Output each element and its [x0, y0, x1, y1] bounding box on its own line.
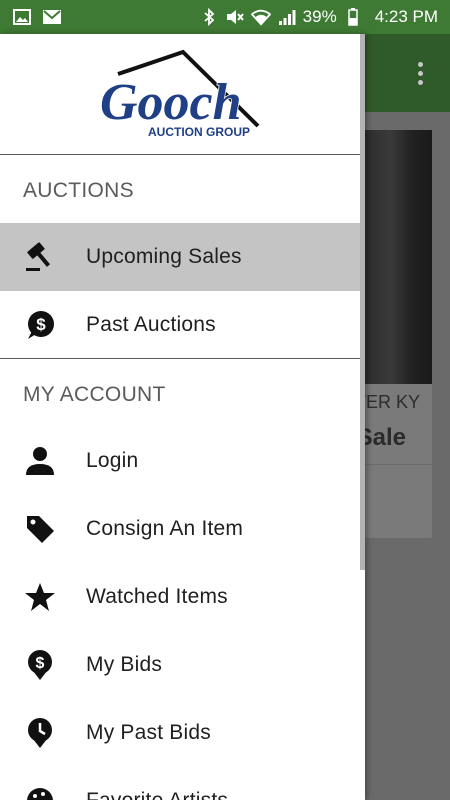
nav-watched-label: Watched Items — [86, 585, 228, 608]
clock: 4:23 PM — [374, 7, 438, 26]
person-icon — [22, 443, 58, 479]
nav-login[interactable]: Login — [0, 427, 360, 495]
battery-icon — [343, 8, 363, 26]
dollar-pin-icon: $ — [22, 647, 58, 683]
auction-card-image — [362, 130, 432, 384]
nav-login-label: Login — [86, 449, 139, 472]
wifi-icon — [250, 9, 271, 26]
nav-past-auctions-label: Past Auctions — [86, 313, 216, 336]
logo-brand: Gooch — [100, 74, 242, 131]
image-notification-icon — [12, 9, 32, 25]
nav-my-bids-label: My Bids — [86, 653, 163, 676]
clock-pin-icon — [22, 715, 58, 751]
status-bar: 39% 4:23 PM — [0, 0, 450, 34]
nav-favorite-artists-label: Favorite Artists — [86, 789, 228, 800]
bluetooth-icon — [199, 8, 219, 26]
gooch-logo: Gooch AUCTION GROUP — [0, 34, 360, 154]
gavel-icon — [22, 239, 58, 275]
section-auctions: AUCTIONS — [23, 179, 134, 202]
nav-consign-label: Consign An Item — [86, 517, 244, 540]
palette-icon — [22, 783, 58, 800]
navigation-drawer: Gooch AUCTION GROUP AUCTIONS Upcoming Sa… — [0, 34, 365, 800]
battery-percent: 39% — [302, 7, 337, 26]
drawer-divider — [0, 358, 360, 359]
nav-favorite-artists[interactable]: Favorite Artists — [0, 767, 360, 800]
svg-text:$: $ — [36, 655, 45, 672]
svg-text:$: $ — [36, 315, 46, 334]
drawer-divider — [0, 154, 360, 155]
dollar-bubble-icon: $ — [22, 307, 58, 343]
mute-icon — [225, 9, 245, 25]
nav-my-past-bids[interactable]: My Past Bids — [0, 699, 360, 767]
nav-past-auctions[interactable]: $ Past Auctions — [0, 291, 360, 359]
logo-sub: AUCTION GROUP — [148, 125, 250, 139]
nav-my-past-bids-label: My Past Bids — [86, 721, 211, 744]
nav-consign[interactable]: Consign An Item — [0, 495, 360, 563]
nav-watched[interactable]: Watched Items — [0, 563, 360, 631]
drawer-scrollbar[interactable] — [360, 34, 365, 570]
section-my-account: MY ACCOUNT — [23, 383, 166, 406]
nav-upcoming-sales[interactable]: Upcoming Sales — [0, 223, 360, 291]
nav-upcoming-sales-label: Upcoming Sales — [86, 245, 242, 268]
gmail-notification-icon — [42, 9, 62, 25]
overflow-menu-icon[interactable] — [418, 62, 424, 89]
signal-icon — [277, 9, 297, 25]
tag-icon — [22, 511, 58, 547]
star-icon — [22, 579, 58, 615]
nav-my-bids[interactable]: $ My Bids — [0, 631, 360, 699]
